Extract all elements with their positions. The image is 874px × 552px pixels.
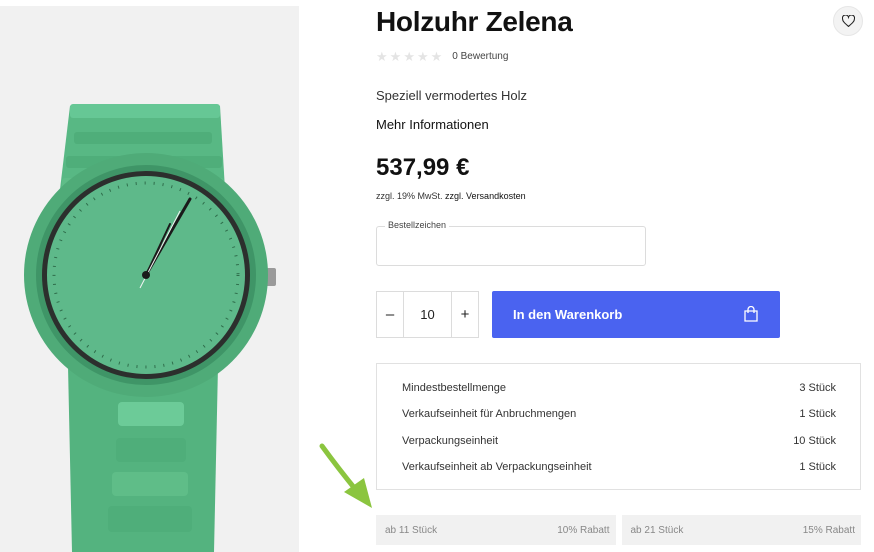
purchase-info-table: Mindestbestellmenge 3 Stück Verkaufseinh… [376,363,861,490]
tax-note: zzgl. 19% MwSt. zzgl. Versandkosten [376,191,526,201]
wishlist-button[interactable] [833,6,863,36]
order-reference-input[interactable] [377,227,649,267]
add-to-cart-button[interactable]: In den Warenkorb [492,291,780,338]
quantity-decrease-button[interactable]: – [377,292,404,337]
quantity-input[interactable]: 10 [404,292,451,337]
tier-price-item[interactable]: ab 11 Stück 10% Rabatt [376,515,616,545]
tier-discount: 15% Rabatt [802,524,855,536]
info-value: 1 Stück [799,408,836,420]
product-price: 537,99 € [376,154,470,181]
tax-text: zzgl. 19% MwSt. [376,191,443,201]
info-label: Verpackungseinheit [402,435,499,447]
product-image[interactable] [0,6,299,552]
arrow-icon [319,443,372,508]
info-label: Verkaufseinheit für Anbruchmengen [402,408,577,420]
shopping-bag-icon [744,306,758,322]
tier-price-item[interactable]: ab 21 Stück 15% Rabatt [621,515,861,545]
star-icon: ★ [416,49,429,64]
tier-quantity: ab 11 Stück [385,524,438,536]
strap-link [112,472,188,496]
rating-stars: ★ ★ ★ ★ ★ [376,50,442,63]
watch-image [24,104,276,552]
more-info-link[interactable]: Mehr Informationen [376,117,489,132]
strap-link [118,402,184,426]
product-rating[interactable]: ★ ★ ★ ★ ★ 0 Bewertung [376,50,508,63]
strap-link [108,506,192,532]
star-icon: ★ [403,49,415,64]
add-to-cart-label: In den Warenkorb [513,307,623,322]
strap-link [116,438,186,462]
star-icon: ★ [430,49,443,64]
heart-icon [841,15,855,27]
order-reference-label: Bestellzeichen [385,220,450,230]
quantity-increase-button[interactable]: + [451,292,478,337]
star-icon: ★ [376,49,388,64]
info-row: Verkaufseinheit ab Verpackungseinheit 1 … [402,461,836,473]
info-row: Mindestbestellmenge 3 Stück [402,382,836,394]
info-label: Mindestbestellmenge [402,382,506,394]
info-value: 1 Stück [799,461,836,473]
tier-pricing: ab 11 Stück 10% Rabatt ab 21 Stück 15% R… [376,515,861,545]
info-value: 10 Stück [793,435,836,447]
product-description: Speziell vermodertes Holz [376,88,528,103]
info-row: Verpackungseinheit 10 Stück [402,435,836,447]
rating-count: 0 Bewertung [452,51,509,62]
info-row: Verkaufseinheit für Anbruchmengen 1 Stüc… [402,408,836,420]
info-value: 3 Stück [799,382,836,394]
info-label: Verkaufseinheit ab Verpackungseinheit [402,461,592,473]
order-reference-field[interactable]: Bestellzeichen [376,220,649,267]
shipping-costs-link[interactable]: zzgl. Versandkosten [445,191,526,201]
strap-link [70,104,220,118]
quantity-stepper[interactable]: – 10 + [376,291,479,338]
strap-link [74,132,212,144]
tier-discount: 10% Rabatt [557,524,610,536]
product-title: Holzuhr Zelena [376,6,573,37]
tier-quantity: ab 21 Stück [630,524,684,536]
star-icon: ★ [389,49,402,64]
